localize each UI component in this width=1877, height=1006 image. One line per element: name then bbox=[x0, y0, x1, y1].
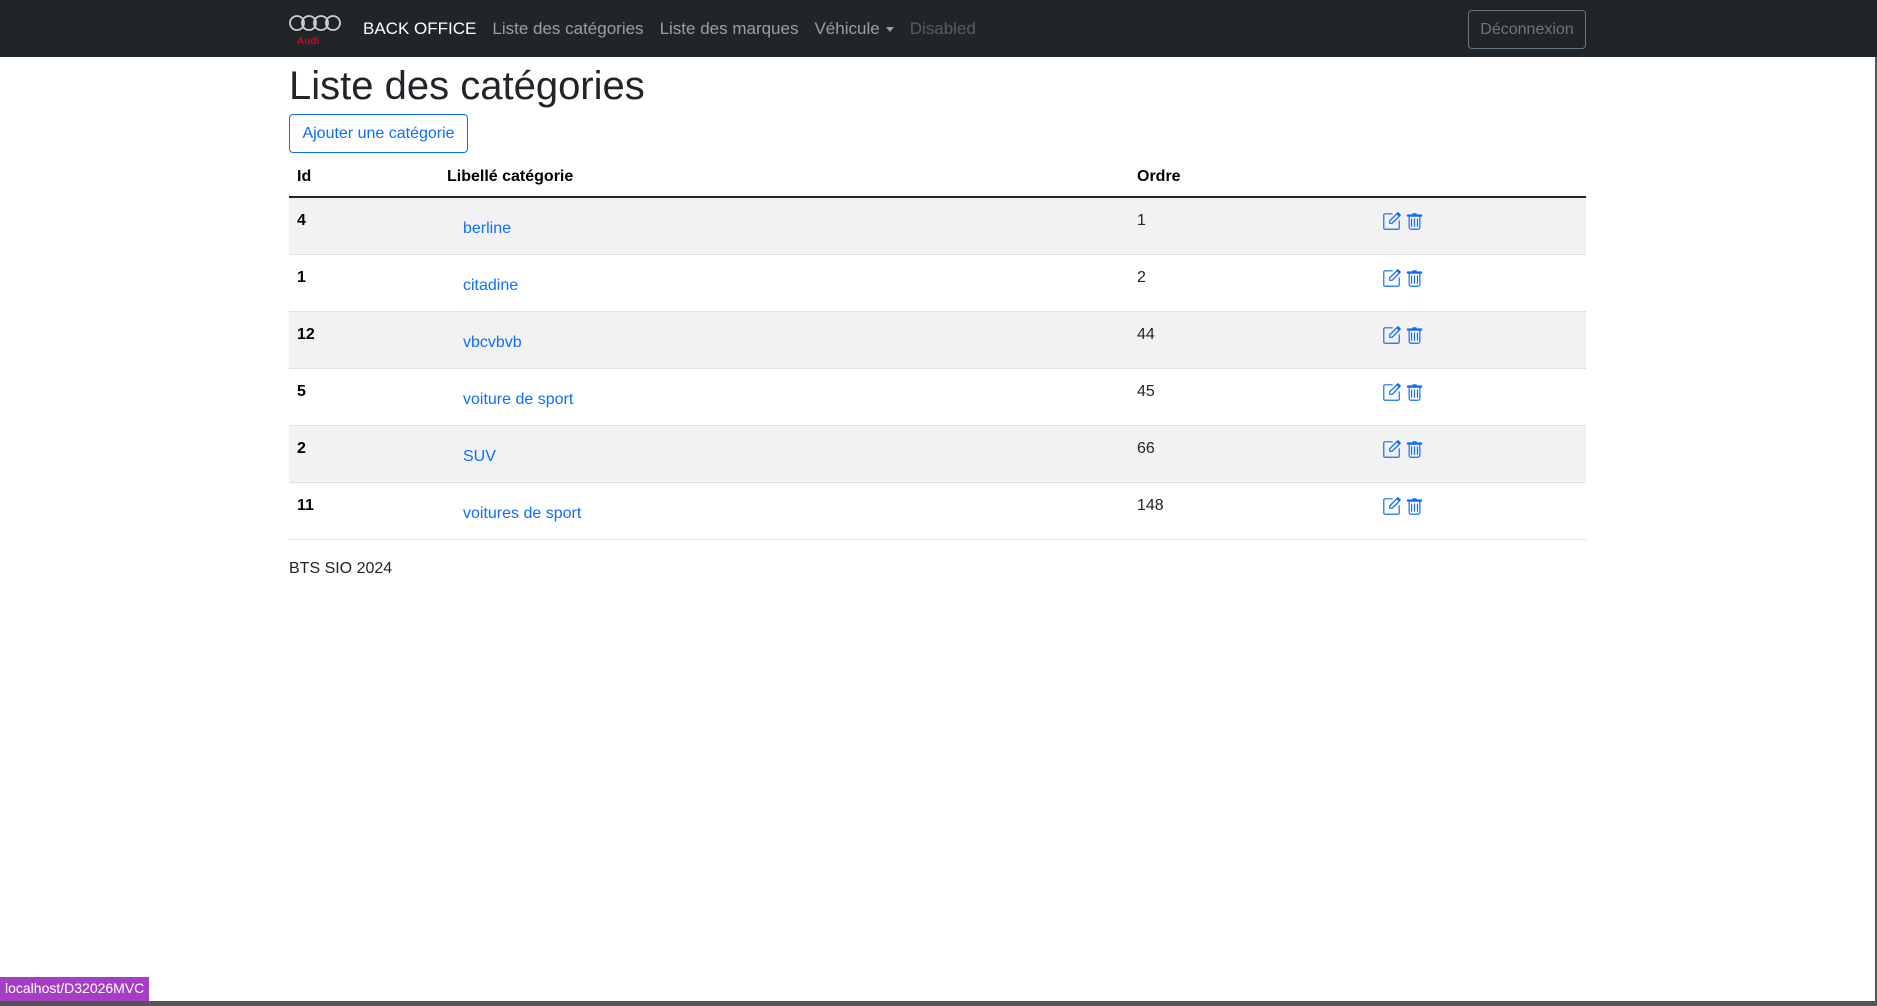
row-order: 148 bbox=[1129, 482, 1374, 540]
logo-text: Audi bbox=[297, 36, 319, 47]
row-order: 45 bbox=[1129, 368, 1374, 426]
trash-icon[interactable] bbox=[1405, 383, 1424, 402]
status-url: localhost/D32026MVC bbox=[0, 977, 150, 1001]
categories-table: Id Libellé catégorie Ordre 4 berline 1 1… bbox=[289, 157, 1586, 540]
table-header-row: Id Libellé catégorie Ordre bbox=[289, 157, 1586, 198]
edit-icon[interactable] bbox=[1382, 268, 1401, 288]
nav-link-categories[interactable]: Liste des catégories bbox=[492, 19, 643, 39]
trash-icon[interactable] bbox=[1405, 326, 1424, 345]
row-id: 2 bbox=[289, 425, 439, 483]
navbar-brand[interactable]: BACK OFFICE bbox=[363, 19, 476, 39]
main-content: Liste des catégories Ajouter une catégor… bbox=[289, 57, 1586, 578]
nav-link-brands[interactable]: Liste des marques bbox=[660, 19, 799, 39]
top-navbar: Audi BACK OFFICE Liste des catégories Li… bbox=[0, 0, 1877, 57]
category-link[interactable]: SUV bbox=[463, 448, 496, 466]
category-link[interactable]: vbcvbvb bbox=[463, 334, 522, 352]
nav-link-disabled: Disabled bbox=[909, 18, 976, 38]
table-row: 4 berline 1 bbox=[289, 197, 1586, 255]
trash-icon[interactable] bbox=[1405, 269, 1424, 288]
row-actions bbox=[1382, 268, 1578, 288]
edit-icon[interactable] bbox=[1382, 496, 1401, 516]
page-title: Liste des catégories bbox=[289, 64, 645, 108]
row-actions bbox=[1382, 325, 1578, 345]
table-row: 11 voitures de sport 148 bbox=[289, 482, 1586, 540]
row-id: 4 bbox=[289, 197, 439, 255]
table-row: 1 citadine 2 bbox=[289, 254, 1586, 312]
header-order: Ordre bbox=[1129, 157, 1374, 198]
category-link[interactable]: berline bbox=[463, 220, 511, 238]
category-link[interactable]: citadine bbox=[463, 277, 518, 295]
category-link[interactable]: voitures de sport bbox=[463, 505, 581, 523]
row-actions bbox=[1382, 496, 1578, 516]
header-id: Id bbox=[289, 157, 439, 198]
edit-icon[interactable] bbox=[1382, 439, 1401, 459]
row-order: 2 bbox=[1129, 254, 1374, 312]
edit-icon[interactable] bbox=[1382, 382, 1401, 402]
trash-icon[interactable] bbox=[1405, 497, 1424, 516]
row-actions bbox=[1382, 212, 1578, 231]
window-bottom-edge bbox=[0, 1001, 1877, 1006]
category-link[interactable]: voiture de sport bbox=[463, 391, 573, 409]
row-id: 5 bbox=[289, 368, 439, 426]
row-order: 1 bbox=[1129, 197, 1374, 255]
nav-dropdown-label: Véhicule bbox=[814, 18, 880, 38]
row-id: 12 bbox=[289, 311, 439, 369]
row-actions bbox=[1382, 439, 1578, 459]
logout-button[interactable]: Déconnexion bbox=[1468, 10, 1586, 49]
add-category-button[interactable]: Ajouter une catégorie bbox=[289, 114, 468, 153]
chevron-down-icon bbox=[885, 27, 894, 32]
table-row: 5 voiture de sport 45 bbox=[289, 368, 1586, 426]
row-actions bbox=[1382, 382, 1578, 402]
page-footer: BTS SIO 2024 bbox=[289, 559, 393, 577]
header-label: Libellé catégorie bbox=[439, 157, 1129, 198]
header-actions bbox=[1374, 157, 1586, 198]
table-row: 12 vbcvbvb 44 bbox=[289, 311, 1586, 369]
row-id: 11 bbox=[289, 482, 439, 540]
table-row: 2 SUV 66 bbox=[289, 425, 1586, 483]
trash-icon[interactable] bbox=[1405, 212, 1424, 231]
edit-icon[interactable] bbox=[1382, 325, 1401, 345]
audi-logo-icon[interactable]: Audi bbox=[289, 13, 341, 47]
row-order: 44 bbox=[1129, 311, 1374, 369]
edit-icon[interactable] bbox=[1382, 212, 1401, 231]
trash-icon[interactable] bbox=[1405, 440, 1424, 459]
row-order: 66 bbox=[1129, 425, 1374, 483]
row-id: 1 bbox=[289, 254, 439, 312]
navbar-inner: Audi BACK OFFICE Liste des catégories Li… bbox=[289, 0, 1586, 57]
nav-dropdown-vehicle[interactable]: Véhicule bbox=[814, 18, 894, 39]
